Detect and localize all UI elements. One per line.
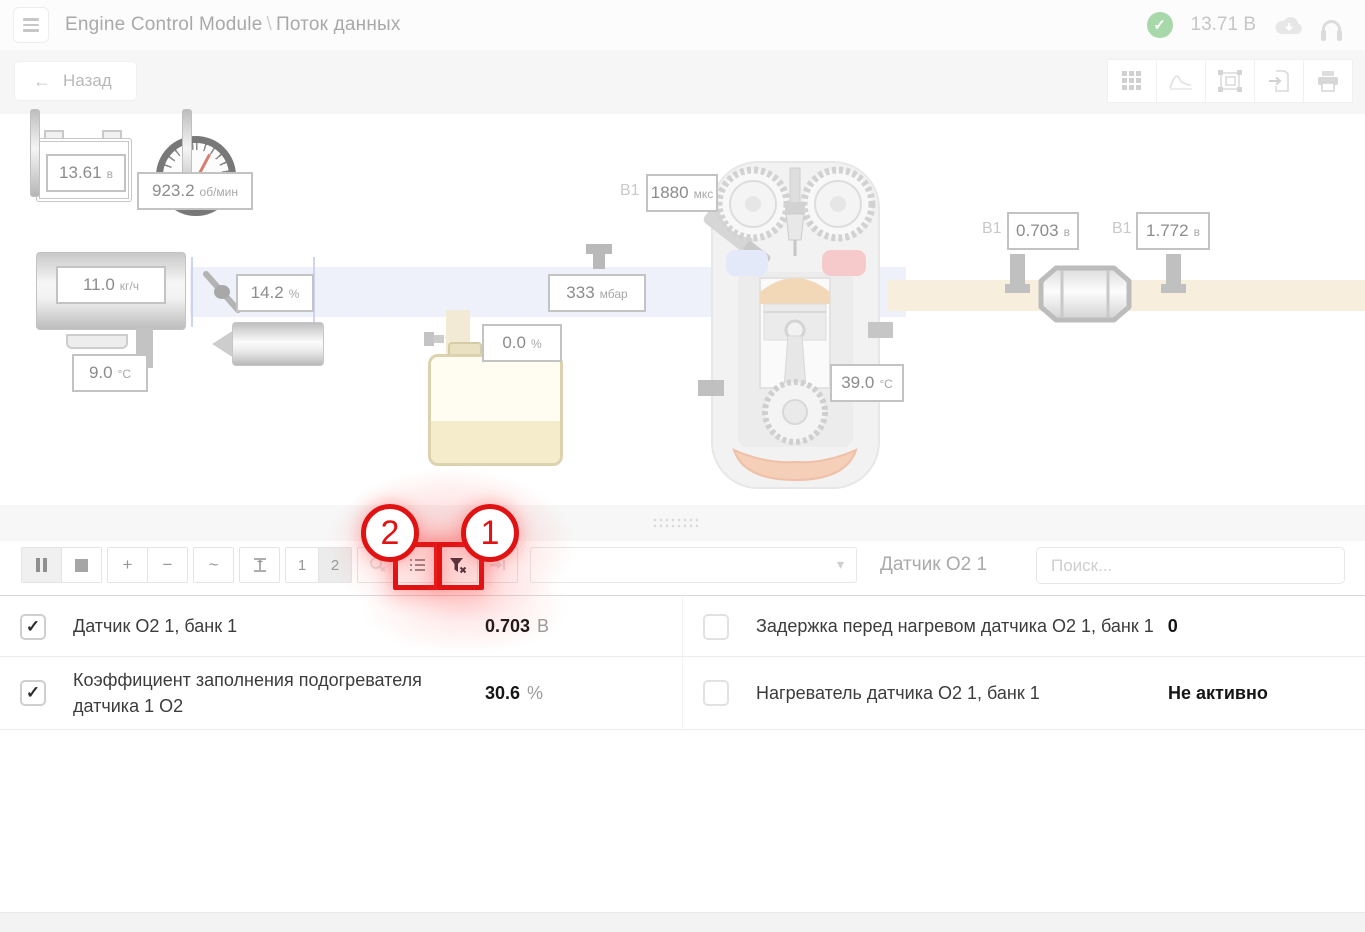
param-value: 0 <box>1168 616 1347 637</box>
selected-group-label: Датчик O2 1 <box>880 554 987 576</box>
plus-icon: + <box>123 555 133 575</box>
maf-cap <box>30 109 40 197</box>
grid-view-button[interactable] <box>1107 59 1157 103</box>
chart-curve-icon <box>1169 72 1193 90</box>
param-value: 0.703В <box>485 616 664 637</box>
frame-select-icon <box>1218 70 1242 92</box>
rpm-box: 923.2об/мин <box>137 172 253 210</box>
maf-connector <box>66 334 128 349</box>
idle-duty-box: 0.0% <box>482 324 562 362</box>
param-cell[interactable]: Задержка перед нагревом датчика O2 1, ба… <box>682 597 1365 656</box>
intake-marker <box>191 257 193 327</box>
minus-icon: − <box>163 555 173 575</box>
menu-button[interactable] <box>13 7 49 43</box>
param-cell[interactable]: Нагреватель датчика O2 1, банк 1 Не акти… <box>682 657 1365 729</box>
o2-sensor-upstream-icon <box>1010 254 1025 286</box>
header-bar: Engine Control Module\Поток данных ✓ 13.… <box>0 0 1365 50</box>
pause-icon <box>36 558 47 572</box>
list-icon <box>409 558 426 572</box>
iac-valve-icon <box>232 322 324 366</box>
filter-x-icon <box>449 557 467 574</box>
map-sensor-icon <box>586 244 612 254</box>
engine-block-icon <box>698 152 893 507</box>
stream-toolbar: + − ~ 1 2 <box>0 541 1365 596</box>
battery-voltage-box: 13.61в <box>46 154 126 192</box>
back-label: Назад <box>63 71 112 91</box>
page-1-button[interactable]: 1 <box>285 547 319 583</box>
param-cell[interactable]: ✓ Коэффициент заполнения подогревателя д… <box>0 657 682 729</box>
app-window: Engine Control Module\Поток данных ✓ 13.… <box>0 0 1365 932</box>
pause-button[interactable] <box>21 547 62 583</box>
o2-downstream-box: 1.772в <box>1136 212 1210 250</box>
print-button[interactable] <box>1303 59 1353 103</box>
param-value: Не активно <box>1168 683 1347 704</box>
data-table: ✓ Датчик O2 1, банк 1 0.703В Задержка пе… <box>0 597 1365 730</box>
row-checkbox[interactable]: ✓ <box>20 680 46 706</box>
param-label: Нагреватель датчика O2 1, банк 1 <box>756 680 1168 706</box>
stop-icon <box>75 559 88 572</box>
table-row: ✓ Датчик O2 1, банк 1 0.703В Задержка пе… <box>0 597 1365 657</box>
breadcrumb-separator: \ <box>262 14 275 35</box>
iac-valve-cone <box>212 330 234 358</box>
chart-view-button[interactable] <box>1156 59 1206 103</box>
param-cell[interactable]: ✓ Датчик O2 1, банк 1 0.703В <box>0 597 682 656</box>
intake-temp-box: 9.0°C <box>72 354 148 392</box>
headset-icon[interactable] <box>1322 20 1341 35</box>
coolant-reservoir-icon <box>428 354 563 466</box>
throttle-box: 14.2% <box>236 274 314 312</box>
annotation-circle-step1: 1 <box>461 504 519 562</box>
export-button[interactable] <box>1254 59 1304 103</box>
wave-icon: ~ <box>209 555 219 575</box>
breadcrumb: Engine Control Module\Поток данных <box>65 14 401 36</box>
bank-label: B1 <box>620 182 640 200</box>
row-checkbox[interactable] <box>703 680 729 706</box>
printer-icon <box>1317 71 1339 92</box>
breadcrumb-module: Engine Control Module <box>65 14 262 35</box>
injection-time-box: 1880мкс <box>646 174 718 212</box>
panel-splitter[interactable] <box>0 505 1365 541</box>
annotation-circle-step2: 2 <box>361 504 419 562</box>
zoom-in-button[interactable]: + <box>107 547 148 583</box>
chevron-down-icon: ▾ <box>837 556 844 573</box>
group-select-dropdown[interactable]: ▾ <box>530 547 857 583</box>
breadcrumb-page: Поток данных <box>276 14 401 35</box>
map-box: 333мбар <box>548 274 646 312</box>
search-input[interactable] <box>1036 547 1345 584</box>
maf-box: 11.0кг/ч <box>56 266 166 304</box>
row-checkbox[interactable] <box>703 614 729 640</box>
splitter-grip-icon[interactable] <box>652 517 698 528</box>
param-label: Задержка перед нагревом датчика O2 1, ба… <box>756 613 1154 639</box>
param-label: Коэффициент заполнения подогревателя дат… <box>73 667 453 719</box>
catalytic-converter-icon <box>1038 264 1132 329</box>
o2-sensor-downstream-icon <box>1166 254 1181 286</box>
battery-voltage-readout: 13.71 В <box>1191 14 1257 36</box>
back-arrow-icon: ← <box>33 71 51 92</box>
toolbar: ← Назад <box>0 50 1365 114</box>
selection-frame-button[interactable] <box>1205 59 1255 103</box>
scale-fit-icon <box>252 557 268 573</box>
bottom-status-bar <box>0 912 1365 932</box>
cloud-download-icon[interactable] <box>1274 15 1304 36</box>
table-row: ✓ Коэффициент заполнения подогревателя д… <box>0 657 1365 730</box>
param-label: Датчик O2 1, банк 1 <box>73 613 485 639</box>
zoom-out-button[interactable]: − <box>147 547 188 583</box>
o2-upstream-box: 0.703в <box>1007 212 1079 250</box>
engine-diagram: 13.61в 923.2об/мин 11.0кг/ч 9.0°C 14.2% <box>0 114 1365 505</box>
bank-label: B1 <box>982 220 1002 238</box>
back-button[interactable]: ← Назад <box>14 61 137 101</box>
export-file-icon <box>1268 70 1290 92</box>
connection-ok-icon: ✓ <box>1147 12 1173 38</box>
grid-icon <box>1122 71 1142 91</box>
coolant-temp-box: 39.0°C <box>830 364 904 402</box>
stop-button[interactable] <box>61 547 102 583</box>
bank-label: B1 <box>1112 220 1132 238</box>
page-2-button[interactable]: 2 <box>318 547 352 583</box>
param-value: 30.6% <box>485 683 664 704</box>
graph-mode-button[interactable]: ~ <box>193 547 234 583</box>
row-checkbox[interactable]: ✓ <box>20 614 46 640</box>
scale-fit-button[interactable] <box>239 547 280 583</box>
